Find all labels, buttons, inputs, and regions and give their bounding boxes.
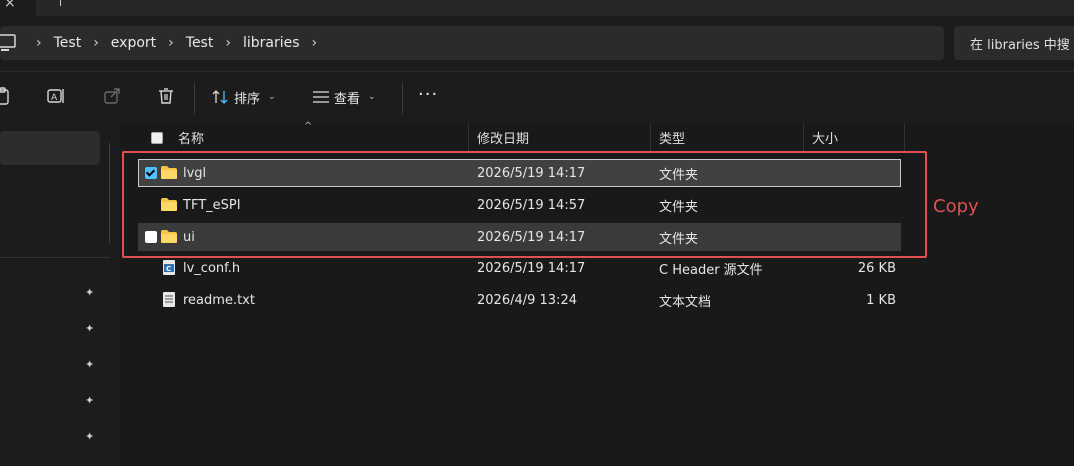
toolbar-divider <box>402 82 403 114</box>
chevron-right-icon[interactable]: › <box>168 35 186 51</box>
breadcrumb-item-test[interactable]: Test <box>54 35 94 51</box>
chevron-right-icon[interactable]: › <box>312 35 330 51</box>
breadcrumb-item-libraries[interactable]: libraries <box>243 35 312 51</box>
sidebar-item-selected[interactable] <box>0 131 100 165</box>
sort-label: 排序 <box>234 91 261 107</box>
pin-icon[interactable]: ✦ <box>85 322 97 335</box>
column-divider[interactable] <box>803 123 804 151</box>
sidebar-divider <box>0 257 110 258</box>
pin-icon[interactable]: ✦ <box>85 394 97 407</box>
this-pc-icon[interactable] <box>0 34 16 52</box>
breadcrumb-item-export[interactable]: export <box>111 35 168 51</box>
c-header-file-icon: C <box>163 260 175 275</box>
svg-text:A: A <box>51 93 58 103</box>
text-file-icon <box>163 292 175 307</box>
chevron-down-icon: ⌄ <box>368 92 376 102</box>
search-placeholder: 在 libraries 中搜 <box>970 37 1070 53</box>
breadcrumb-item-test-2[interactable]: Test <box>186 35 226 51</box>
pin-icon[interactable]: ✦ <box>85 286 97 299</box>
rename-icon[interactable]: A <box>46 86 66 106</box>
file-size: 1 KB <box>866 292 896 308</box>
close-tab-icon[interactable]: × <box>4 0 16 11</box>
address-bar: › Test › export › Test › libraries › 在 l… <box>0 16 1074 71</box>
column-divider[interactable] <box>904 123 905 151</box>
address-box[interactable]: › Test › export › Test › libraries › <box>0 26 944 60</box>
title-bar: × <box>0 0 1074 16</box>
column-divider[interactable] <box>468 123 469 151</box>
active-tab[interactable] <box>36 0 1074 16</box>
pin-icon[interactable]: ✦ <box>85 358 97 371</box>
sort-icon <box>212 90 228 104</box>
navigation-pane: ✦ ✦ ✦ ✦ ✦ <box>0 123 120 466</box>
file-name: lv_conf.h <box>183 260 241 276</box>
pin-icon[interactable]: ✦ <box>85 430 97 443</box>
breadcrumb: › Test › export › Test › libraries › <box>36 26 329 60</box>
column-divider[interactable] <box>650 123 651 151</box>
chevron-right-icon[interactable]: › <box>225 35 243 51</box>
sort-button[interactable]: 排序 ⌄ <box>212 86 276 108</box>
file-type: 文本文档 <box>659 294 712 310</box>
svg-text:C: C <box>166 265 171 273</box>
annotation-box <box>122 151 927 258</box>
column-header-type[interactable]: 类型 <box>659 123 685 151</box>
file-name: readme.txt <box>183 292 255 308</box>
chevron-up-icon: ^ <box>304 121 313 132</box>
sidebar-scrollbar[interactable] <box>109 143 110 243</box>
chevron-right-icon[interactable]: › <box>93 35 111 51</box>
file-modified: 2026/5/19 14:17 <box>477 260 586 276</box>
column-header-modified[interactable]: 修改日期 <box>477 123 529 151</box>
delete-icon[interactable] <box>156 86 176 106</box>
paste-icon[interactable] <box>0 86 14 106</box>
view-button[interactable]: 查看 ⌄ <box>312 86 376 108</box>
column-header-name[interactable]: 名称 <box>178 123 204 151</box>
text-caret <box>60 0 61 6</box>
annotation-label: Copy <box>933 196 979 217</box>
file-type: C Header 源文件 <box>659 262 763 278</box>
command-bar: A 排序 ⌄ 查看 ⌄ ··· <box>0 71 1074 123</box>
file-size: 26 KB <box>857 260 896 276</box>
select-all-checkbox[interactable] <box>151 132 163 144</box>
file-modified: 2026/4/9 13:24 <box>477 292 577 308</box>
file-row[interactable]: Clv_conf.h 2026/5/19 14:17 C Header 源文件 26 … <box>138 254 901 282</box>
file-row[interactable]: readme.txt 2026/4/9 13:24 文本文档 1 KB <box>138 286 901 314</box>
more-options-button[interactable]: ··· <box>418 84 438 105</box>
share-icon[interactable] <box>102 86 122 106</box>
view-icon <box>313 91 329 103</box>
view-label: 查看 <box>334 91 361 107</box>
search-input[interactable]: 在 libraries 中搜 <box>954 26 1074 60</box>
chevron-right-icon[interactable]: › <box>36 35 54 51</box>
column-header-row: ^ 名称 修改日期 类型 大小 <box>120 121 1074 151</box>
toolbar-divider <box>194 82 195 114</box>
column-header-size[interactable]: 大小 <box>812 123 838 151</box>
chevron-down-icon: ⌄ <box>268 92 276 102</box>
